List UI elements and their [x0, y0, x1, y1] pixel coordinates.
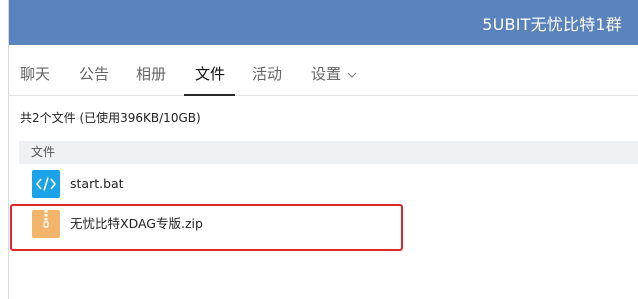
title-bar: 5UBIT无忧比特1群: [9, 0, 638, 45]
tab-bar: 聊天 公告 相册 文件 活动 设置: [9, 45, 638, 96]
chevron-down-icon: [347, 44, 357, 102]
file-row-start-bat[interactable]: start.bat: [19, 166, 638, 202]
code-file-icon: [32, 170, 60, 198]
tab-settings-label: 设置: [311, 65, 342, 83]
tab-settings[interactable]: 设置: [311, 45, 357, 95]
file-row-zip[interactable]: 无忧比特XDAG专版.zip: [19, 206, 638, 242]
window-title: 5UBIT无忧比特1群: [482, 15, 622, 34]
tab-activities[interactable]: 活动: [252, 45, 282, 95]
file-name: 无忧比特XDAG专版.zip: [70, 216, 203, 231]
file-list-header[interactable]: 文件: [19, 141, 638, 164]
file-name: start.bat: [70, 176, 124, 191]
file-list: 文件 start.bat 无忧比特XDAG专版.zip: [19, 141, 638, 238]
zip-archive-icon: [32, 210, 60, 238]
files-summary: 共2个文件 (已使用396KB/10GB): [20, 111, 201, 125]
tab-files[interactable]: 文件: [183, 45, 236, 96]
tab-chat[interactable]: 聊天: [20, 45, 50, 95]
tab-album[interactable]: 相册: [136, 45, 166, 95]
tab-announcements[interactable]: 公告: [79, 45, 109, 95]
group-files-window: 5UBIT无忧比特1群 聊天 公告 相册 文件 活动 设置 共2个文件 (已使用…: [8, 0, 638, 299]
